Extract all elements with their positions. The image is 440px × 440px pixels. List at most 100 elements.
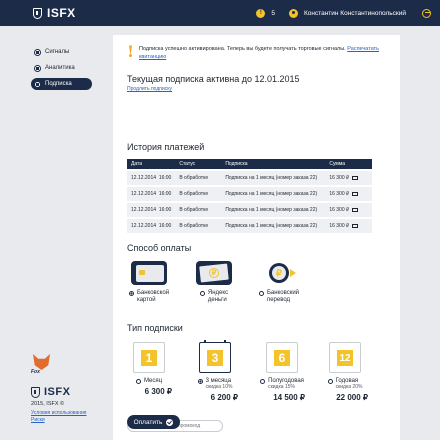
sidebar-item-subscription[interactable]: Подписка <box>31 78 92 90</box>
plan-price: 6 300 ₽ <box>144 387 172 396</box>
plan-discount: скидка 10% <box>205 384 233 390</box>
sidebar-item-label: Подписка <box>45 81 72 87</box>
plan-6-months[interactable]: 6 Полугодовая скидка 15% 14 500 ₽ <box>256 342 308 402</box>
column-header: Статус <box>175 159 222 169</box>
plan-price: 22 000 ₽ <box>336 393 368 402</box>
row-time: 16:00 <box>158 223 172 229</box>
calendar-icon: 3 <box>199 340 231 373</box>
column-header: Дата <box>127 159 176 169</box>
plan-3-months[interactable]: 3 3 месяца скидка 10% 6 200 ₽ <box>189 340 241 402</box>
method-label: деньги <box>207 297 227 303</box>
pay-button-label: Оплатить <box>133 418 163 426</box>
row-subscription: Подписка на 1 месяц (номер заказа 22) <box>221 187 326 201</box>
footer-logo: ISFX <box>31 386 101 398</box>
bank-card-icon <box>131 261 167 285</box>
radio-transfer[interactable] <box>258 291 264 296</box>
table-row: 12.12.2014 16:00 В обработке Подписка на… <box>127 203 372 217</box>
footer-logo-text: ISFX <box>44 386 71 398</box>
row-time: 16:00 <box>158 207 172 213</box>
calendar-icon: 12 <box>329 342 361 373</box>
logout-icon[interactable] <box>422 8 431 18</box>
row-subscription: Подписка на 1 месяц (номер заказа 22) <box>221 171 326 185</box>
row-subscription: Подписка на 1 месяц (номер заказа 22) <box>221 203 326 217</box>
plan-type-title: Тип подписки <box>127 323 183 333</box>
check-icon <box>166 418 174 426</box>
main-card: ! Подписка успешно активирована. Теперь … <box>113 35 400 440</box>
row-time: 16:00 <box>158 191 172 197</box>
row-date: 12.12.2014 <box>131 191 157 197</box>
sidebar-item-signals[interactable]: Сигналы <box>31 46 92 58</box>
column-header: Сумма <box>325 159 372 169</box>
bank-transfer-icon: ₽ <box>261 261 297 285</box>
calendar-number: 1 <box>141 350 157 366</box>
radio-plan-1[interactable] <box>135 379 141 384</box>
calendar-number: 3 <box>207 350 223 366</box>
receipt-icon[interactable] <box>352 223 359 228</box>
sidebar-nav: Сигналы Аналитика Подписка <box>31 46 92 94</box>
plan-discount: скидка 20% <box>335 384 363 390</box>
row-date: 12.12.2014 <box>131 207 157 213</box>
subscription-icon <box>34 80 41 88</box>
sidebar-item-analytics[interactable]: Аналитика <box>31 62 92 74</box>
receipt-icon[interactable] <box>352 191 359 196</box>
receipt-icon[interactable] <box>352 175 359 180</box>
notification-icon[interactable]: ! <box>256 8 266 18</box>
row-sum: 16 300 ₽ <box>329 207 350 213</box>
shield-icon <box>33 7 42 19</box>
radio-plan-12[interactable] <box>327 379 333 384</box>
row-status: В обработке <box>175 219 222 233</box>
calendar-number: 12 <box>337 350 353 366</box>
method-label: картой <box>136 297 156 303</box>
risks-link[interactable]: Риски <box>31 417 101 423</box>
plan-label: Месяц <box>143 378 163 384</box>
table-row: 12.12.2014 16:00 В обработке Подписка на… <box>127 187 372 201</box>
notice-text: Подписка успешно активирована. Теперь вы… <box>139 45 387 61</box>
row-status: В обработке <box>175 171 222 185</box>
top-bar: ISFX ! 5 Константин Константинопольский <box>0 0 440 26</box>
row-sum: 16 300 ₽ <box>329 191 350 197</box>
fox-mascot-icon: Fox <box>31 352 53 378</box>
row-sum: 16 300 ₽ <box>329 175 350 181</box>
method-label: перевод <box>266 297 291 303</box>
row-sum: 16 300 ₽ <box>329 223 350 229</box>
plan-1-month[interactable]: 1 Месяц 6 300 ₽ <box>123 342 175 396</box>
radio-plan-3[interactable] <box>197 379 203 384</box>
sidebar-item-label: Сигналы <box>45 49 70 55</box>
row-subscription: Подписка на 1 месяц (номер заказа 22) <box>221 219 326 233</box>
notice-message: Подписка успешно активирована. Теперь вы… <box>139 46 346 52</box>
method-label: Банковский <box>266 290 300 296</box>
info-icon: ! <box>127 42 135 61</box>
mascot-tag: Fox <box>31 369 40 375</box>
row-date: 12.12.2014 <box>131 223 157 229</box>
calendar-icon: 1 <box>133 342 165 373</box>
radio-yandex[interactable] <box>199 291 205 296</box>
extend-subscription-link[interactable]: Продлить подписку <box>127 86 172 92</box>
notification-count[interactable]: 5 <box>271 10 275 17</box>
plan-12-months[interactable]: 12 Годовая скидка 20% 22 000 ₽ <box>319 342 371 402</box>
shield-icon <box>31 386 40 398</box>
logo-text: ISFX <box>47 6 76 20</box>
plan-price: 6 200 ₽ <box>210 393 238 402</box>
user-icon[interactable] <box>288 8 298 18</box>
radio-card[interactable] <box>128 291 134 296</box>
payment-history-table: Дата Статус Подписка Сумма 12.12.2014 16… <box>127 159 372 233</box>
row-date: 12.12.2014 <box>131 175 157 181</box>
payment-method-title: Способ оплаты <box>127 243 192 253</box>
user-name[interactable]: Константин Константинопольский <box>304 10 406 17</box>
sidebar-footer: Fox ISFX 2015, ISFX © Условия использова… <box>31 352 101 423</box>
method-label: Банковской <box>136 290 170 296</box>
payment-method-yandex[interactable]: ₽ Яндекс деньги <box>188 261 240 304</box>
pay-button[interactable]: Оплатить <box>127 415 180 429</box>
terms-link[interactable]: Условия использования <box>31 410 101 416</box>
payment-method-transfer[interactable]: ₽ Банковский перевод <box>253 261 305 304</box>
yandex-money-icon: ₽ <box>196 261 232 285</box>
receipt-icon[interactable] <box>352 207 359 212</box>
copyright: 2015, ISFX © <box>31 401 65 407</box>
calendar-number: 6 <box>274 350 290 366</box>
calendar-icon: 6 <box>266 342 298 373</box>
payment-method-card[interactable]: Банковской картой <box>123 261 175 304</box>
plan-discount: скидка 15% <box>268 384 295 390</box>
success-notice: ! Подписка успешно активирована. Теперь … <box>127 42 387 61</box>
header-logo[interactable]: ISFX <box>33 6 76 20</box>
radio-plan-6[interactable] <box>260 379 266 384</box>
